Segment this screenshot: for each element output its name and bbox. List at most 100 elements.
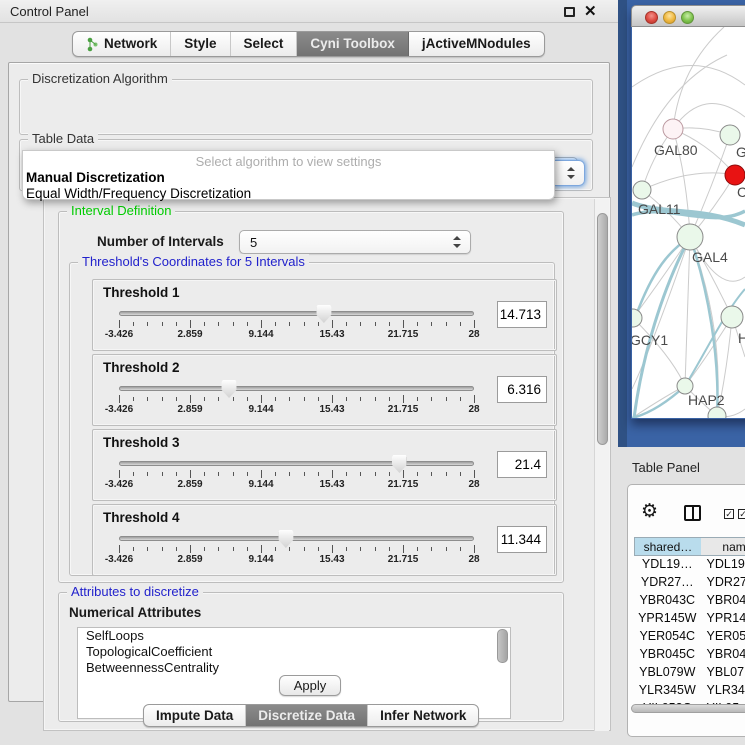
cell[interactable]: YBR045C <box>634 646 701 664</box>
table-row[interactable]: YER054CYER05 <box>634 628 745 646</box>
table-row[interactable]: YBL079WYBL07 <box>634 664 745 682</box>
cell[interactable]: YER05 <box>701 628 745 646</box>
node-label: GAL80 <box>654 142 698 158</box>
tab-jactivemnodules[interactable]: jActiveMNodules <box>409 32 544 56</box>
node-bottom[interactable] <box>708 407 726 418</box>
threshold-1-box: Threshold 1 -3.4262.8599.14415.4321.7152… <box>92 279 557 351</box>
scrollbar-track[interactable] <box>594 199 609 731</box>
cell[interactable]: YDL19… <box>634 556 701 574</box>
tick-mark <box>360 322 361 326</box>
table-row[interactable]: YDR27…YDR27 <box>634 574 745 592</box>
node-label: GCY1 <box>632 332 668 348</box>
tab-impute-data[interactable]: Impute Data <box>144 705 246 726</box>
tab-style[interactable]: Style <box>171 32 230 56</box>
cell[interactable]: YDL19 <box>701 556 745 574</box>
tick-mark <box>190 545 191 553</box>
cell[interactable]: YPR14 <box>701 610 745 628</box>
table-row[interactable]: YBR043CYBR04 <box>634 592 745 610</box>
panel-title: Control Panel <box>10 4 89 19</box>
tick-label: -3.426 <box>105 404 133 415</box>
node-gal11[interactable] <box>633 181 651 199</box>
minimize-traffic-light[interactable] <box>663 11 676 24</box>
combo-arrows-icon <box>566 167 575 179</box>
threshold-value-field[interactable]: 6.316 <box>497 376 547 403</box>
list-scrollbar[interactable] <box>497 629 508 663</box>
cell[interactable]: YLR345W <box>634 682 701 700</box>
tick-mark <box>233 322 234 326</box>
tick-mark <box>375 472 376 476</box>
node-label: C <box>737 184 745 200</box>
slider-track[interactable] <box>119 536 474 541</box>
split-column-icon[interactable] <box>684 505 701 521</box>
list-item[interactable]: SelfLoops <box>78 628 510 644</box>
cell[interactable]: YPR145W <box>634 610 701 628</box>
slider-track[interactable] <box>119 386 474 391</box>
node-gal4[interactable] <box>677 224 703 250</box>
cell[interactable]: YBR04 <box>701 592 745 610</box>
tick-mark <box>346 547 347 551</box>
slider-ticks: -3.4262.8599.14415.4321.71528 <box>119 395 474 404</box>
cell[interactable]: YDR27 <box>701 574 745 592</box>
popup-item-equal-width[interactable]: Equal Width/Frequency Discretization <box>23 185 554 201</box>
table-row[interactable]: YBR045CYBR04 <box>634 646 745 664</box>
cell[interactable]: YBL07 <box>701 664 745 682</box>
node-h[interactable] <box>721 306 743 328</box>
network-window-titlebar[interactable] <box>631 5 745 27</box>
table-row[interactable]: YDL19…YDL19 <box>634 556 745 574</box>
group-title: Attributes to discretize <box>67 584 203 599</box>
node-table: shared… name YDL19…YDL19 YDR27…YDR27 YBR… <box>634 537 745 718</box>
column-header-name[interactable]: name <box>701 537 745 556</box>
list-item[interactable]: TopologicalCoefficient <box>78 644 510 660</box>
table-row[interactable]: YPR145WYPR14 <box>634 610 745 628</box>
tab-network[interactable]: Network <box>73 32 171 56</box>
cell[interactable]: YLR34 <box>701 682 745 700</box>
table-row[interactable]: YLR345WYLR34 <box>634 682 745 700</box>
node-gal80[interactable] <box>663 119 683 139</box>
num-intervals-combo[interactable]: 5 <box>239 230 471 254</box>
tick-mark <box>360 547 361 551</box>
numerical-attributes-label: Numerical Attributes <box>69 605 201 620</box>
slider-track[interactable] <box>119 311 474 316</box>
tick-mark <box>474 470 475 478</box>
settings-scrollpane: Interval Definition Number of Intervals … <box>43 197 611 731</box>
cell[interactable]: YER054C <box>634 628 701 646</box>
list-item[interactable]: BetweennessCentrality <box>78 660 510 676</box>
checkbox-icon[interactable]: ✓ <box>738 509 745 519</box>
network-desktop: GAL80 G C GAL11 GAL4 GCY1 H HAP2 <box>618 0 745 447</box>
cell[interactable]: YDR27… <box>634 574 701 592</box>
node-red-selected[interactable] <box>725 165 745 185</box>
gear-icon[interactable]: ⚙ <box>641 502 658 521</box>
cyni-toolbox-panel: Discretization Algorithm Select algorith… <box>8 62 610 702</box>
cell[interactable]: YBR04 <box>701 646 745 664</box>
network-canvas[interactable]: GAL80 G C GAL11 GAL4 GCY1 H HAP2 <box>632 27 745 418</box>
tab-infer-network[interactable]: Infer Network <box>368 705 478 726</box>
popup-item-manual[interactable]: Manual Discretization <box>23 169 554 185</box>
threshold-value-field[interactable]: 14.713 <box>497 301 547 328</box>
tab-cyni-toolbox[interactable]: Cyni Toolbox <box>297 32 409 56</box>
algorithm-combo[interactable] <box>555 160 585 186</box>
threshold-value-field[interactable]: 11.344 <box>497 526 547 553</box>
threshold-value-field[interactable]: 21.4 <box>497 451 547 478</box>
tick-mark <box>460 322 461 326</box>
zoom-traffic-light[interactable] <box>681 11 694 24</box>
close-icon[interactable]: ✕ <box>584 2 597 20</box>
cell[interactable]: YBL079W <box>634 664 701 682</box>
column-header-shared-name[interactable]: shared… <box>634 537 701 556</box>
tick-mark <box>332 545 333 553</box>
slider-track[interactable] <box>119 461 474 466</box>
tick-label: -3.426 <box>105 554 133 565</box>
node-gcy1[interactable] <box>632 309 642 327</box>
node-top-right[interactable] <box>720 125 740 145</box>
tab-discretize-data[interactable]: Discretize Data <box>246 705 368 726</box>
tab-select[interactable]: Select <box>231 32 298 56</box>
tick-mark <box>332 320 333 328</box>
float-window-icon[interactable] <box>564 7 575 17</box>
tick-mark <box>218 322 219 326</box>
apply-button[interactable]: Apply <box>279 675 341 696</box>
tick-mark <box>389 547 390 551</box>
scrollbar-thumb[interactable] <box>597 213 608 445</box>
horizontal-scrollbar[interactable] <box>631 704 745 713</box>
close-traffic-light[interactable] <box>645 11 658 24</box>
cell[interactable]: YBR043C <box>634 592 701 610</box>
checkbox-icon[interactable]: ✓ <box>724 509 734 519</box>
